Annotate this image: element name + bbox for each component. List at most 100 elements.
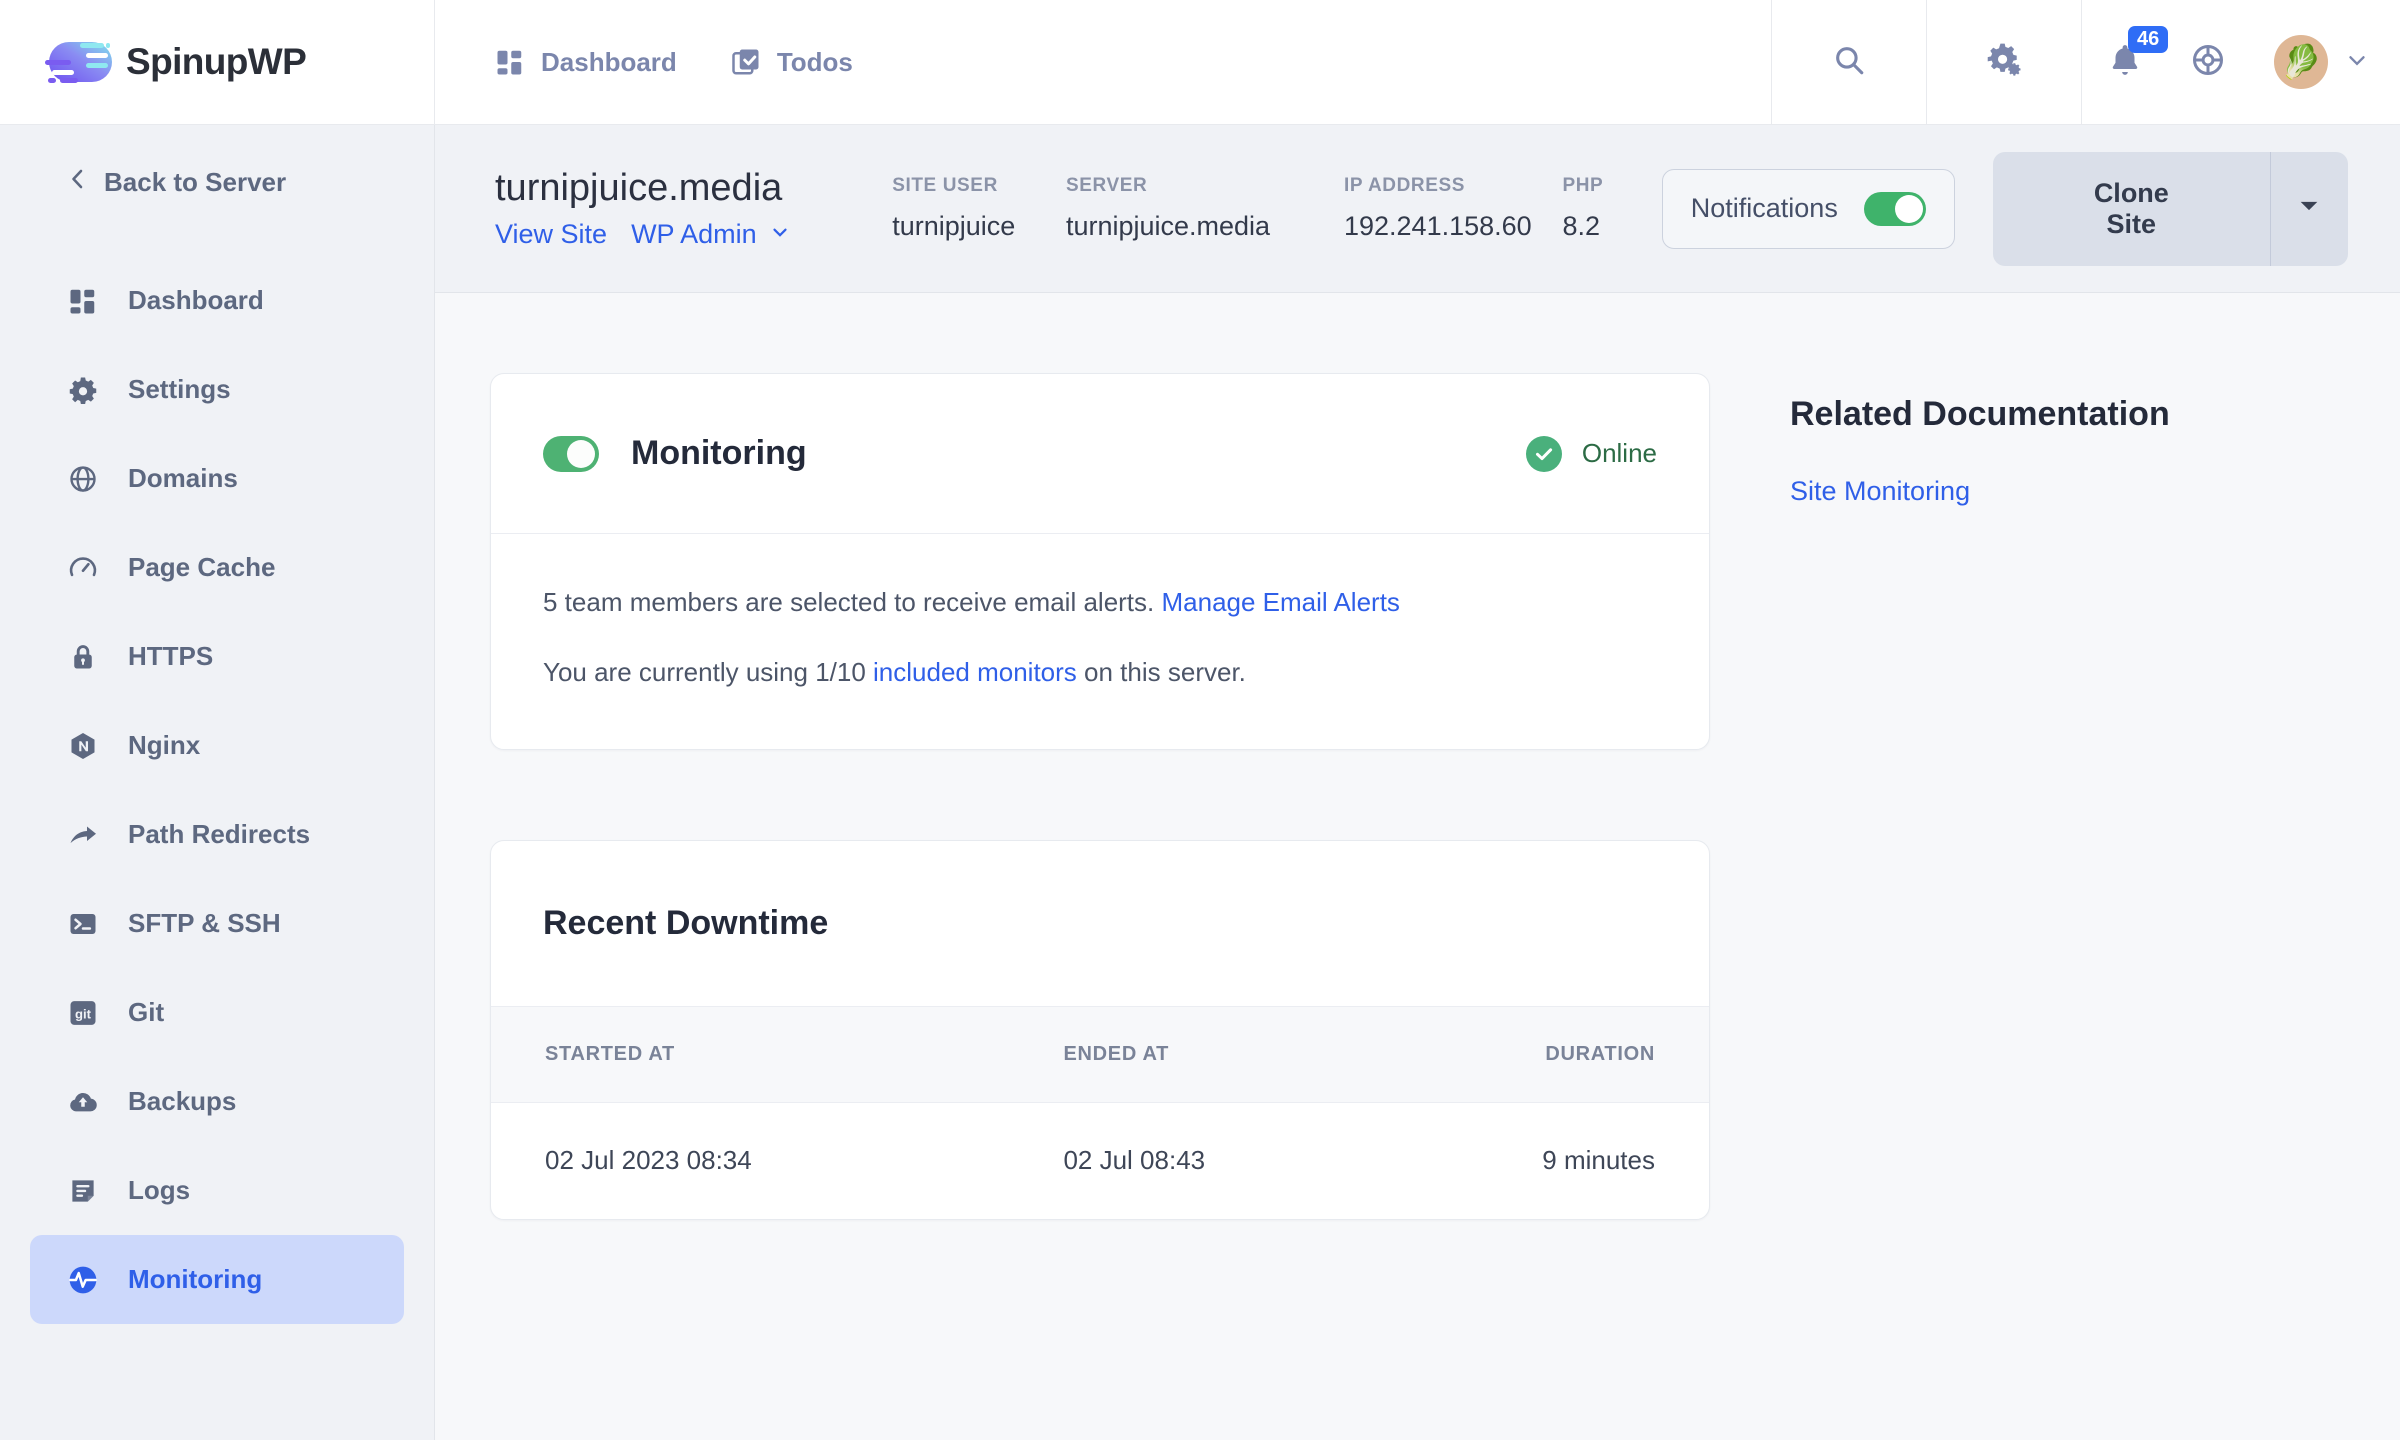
- gears-icon: [1984, 40, 2024, 85]
- git-icon: git: [66, 996, 100, 1030]
- search-button[interactable]: [1772, 0, 1926, 125]
- sidebar-item-git[interactable]: git Git: [30, 968, 404, 1057]
- cell-started-at: 02 Jul 2023 08:34: [545, 1145, 752, 1176]
- meta-value-site-user: turnipjuice: [892, 211, 1016, 241]
- related-documentation-panel: Related Documentation Site Monitoring: [1790, 373, 2350, 1440]
- sidebar-label-dashboard: Dashboard: [128, 285, 264, 315]
- top-bar: SpinupWP Dashboard Todos 46 🥬: [0, 0, 2400, 125]
- clone-site-button[interactable]: Clone Site: [1992, 151, 2270, 266]
- recent-downtime-card: Recent Downtime STARTED AT ENDED AT DURA…: [490, 839, 1710, 1220]
- notifications-toggle-box[interactable]: Notifications: [1661, 168, 1955, 249]
- monitoring-card: Monitoring Online 5 team members are sel…: [490, 373, 1710, 750]
- brand-name: SpinupWP: [126, 41, 307, 82]
- sidebar-label-backups: Backups: [128, 1086, 237, 1116]
- sidebar-item-dashboard[interactable]: Dashboard: [30, 256, 404, 345]
- notifications-button[interactable]: 46: [2082, 0, 2169, 125]
- brand-logo[interactable]: SpinupWP: [0, 0, 435, 125]
- main-content: Monitoring Online 5 team members are sel…: [435, 293, 2400, 1440]
- view-site-link[interactable]: View Site: [495, 219, 607, 250]
- email-alerts-text: 5 team members are selected to receive e…: [543, 587, 1162, 617]
- related-documentation-title: Related Documentation: [1790, 395, 2170, 433]
- meta-label-server: SERVER: [1065, 175, 1148, 196]
- wp-admin-dropdown[interactable]: WP Admin: [631, 219, 791, 250]
- lifebuoy-icon: [2190, 42, 2226, 83]
- sidebar: Back to Server Dashboard Settings Domain…: [0, 125, 435, 1440]
- cell-ended-at: 02 Jul 08:43: [1063, 1145, 1206, 1176]
- monitoring-status-label: Online: [1581, 438, 1657, 468]
- sidebar-item-domains[interactable]: Domains: [30, 434, 404, 523]
- meta-php: PHP 8.2: [1562, 175, 1661, 242]
- email-alerts-line: 5 team members are selected to receive e…: [543, 582, 1657, 622]
- dashboard-grid-icon: [495, 47, 525, 77]
- monitoring-card-body: 5 team members are selected to receive e…: [491, 534, 1709, 749]
- arrow-redirect-icon: [66, 818, 100, 852]
- site-title-block: turnipjuice.media View Site WP Admin: [495, 167, 892, 250]
- column-header-duration: DURATION: [1465, 1006, 1709, 1104]
- topbar-right-icons: 46 🥬: [2082, 0, 2400, 125]
- meta-label-ip-address: IP ADDRESS: [1343, 175, 1466, 196]
- meta-value-ip-address: 192.241.158.60: [1343, 211, 1532, 241]
- topnav-item-dashboard[interactable]: Dashboard: [495, 47, 677, 78]
- meta-value-php: 8.2: [1562, 211, 1600, 241]
- lock-icon: [66, 640, 100, 674]
- notifications-toggle-switch[interactable]: [1863, 191, 1926, 226]
- settings-button[interactable]: [1927, 0, 2081, 125]
- support-button[interactable]: [2168, 0, 2248, 125]
- recent-downtime-table: STARTED AT ENDED AT DURATION 02 Jul 2023…: [491, 1006, 1709, 1219]
- manage-email-alerts-link[interactable]: Manage Email Alerts: [1161, 587, 1399, 617]
- sidebar-label-sftp-ssh: SFTP & SSH: [128, 908, 281, 938]
- topnav-item-todos[interactable]: Todos: [731, 47, 853, 78]
- svg-text:git: git: [75, 1006, 92, 1021]
- sidebar-item-https[interactable]: HTTPS: [30, 612, 404, 701]
- sidebar-item-path-redirects[interactable]: Path Redirects: [30, 790, 404, 879]
- cell-duration: 9 minutes: [1542, 1145, 1655, 1176]
- included-monitors-line: You are currently using 1/10 included mo…: [543, 652, 1657, 692]
- main-left-column: Monitoring Online 5 team members are sel…: [490, 373, 1710, 1440]
- chevron-left-icon: [66, 167, 90, 198]
- avatar[interactable]: 🥬: [2274, 35, 2328, 89]
- sidebar-item-monitoring[interactable]: Monitoring: [30, 1235, 404, 1324]
- sidebar-item-settings[interactable]: Settings: [30, 345, 404, 434]
- meta-label-site-user: SITE USER: [892, 175, 998, 196]
- account-chevron-down-icon[interactable]: [2344, 47, 2370, 78]
- sidebar-item-nginx[interactable]: Nginx: [30, 701, 404, 790]
- monitoring-toggle-switch[interactable]: [543, 435, 599, 472]
- wp-admin-label: WP Admin: [631, 218, 757, 249]
- monitors-usage-text: You are currently using 1/10: [543, 657, 874, 688]
- table-header-row: STARTED AT ENDED AT DURATION: [491, 1006, 1709, 1104]
- sidebar-item-page-cache[interactable]: Page Cache: [30, 523, 404, 612]
- clone-site-dropdown-toggle[interactable]: [2269, 151, 2348, 266]
- sidebar-label-settings: Settings: [128, 374, 231, 404]
- terminal-icon: [66, 907, 100, 941]
- caret-down-icon: [2299, 199, 2319, 218]
- recent-downtime-table-body: 02 Jul 2023 08:34 02 Jul 08:43 9 minutes: [491, 1103, 1709, 1219]
- sidebar-label-logs: Logs: [128, 1175, 191, 1205]
- topnav-label-dashboard: Dashboard: [541, 46, 677, 77]
- monitoring-status-badge: Online: [1525, 435, 1657, 472]
- notifications-count-badge: 46: [2128, 25, 2169, 53]
- sidebar-nav-list: Dashboard Settings Domains Page Cache HT…: [0, 256, 434, 1324]
- site-links: View Site WP Admin: [495, 219, 892, 250]
- chevron-down-icon: [769, 219, 791, 250]
- sidebar-label-nginx: Nginx: [128, 730, 201, 760]
- recent-downtime-table-head: STARTED AT ENDED AT DURATION: [491, 1006, 1709, 1104]
- related-doc-link-site-monitoring[interactable]: Site Monitoring: [1790, 476, 2350, 507]
- clone-site-button-group: Clone Site: [1992, 151, 2348, 266]
- column-header-ended-at: ENDED AT: [1063, 1006, 1466, 1104]
- globe-icon: [66, 462, 100, 496]
- dashboard-grid-icon: [66, 284, 100, 318]
- included-monitors-link[interactable]: included monitors: [873, 657, 1077, 687]
- meta-ip-address: IP ADDRESS 192.241.158.60: [1344, 175, 1562, 242]
- sidebar-item-logs[interactable]: Logs: [30, 1146, 404, 1235]
- meta-label-php: PHP: [1562, 175, 1604, 196]
- back-to-server-link[interactable]: Back to Server: [0, 147, 434, 218]
- sidebar-item-sftp-ssh[interactable]: SFTP & SSH: [30, 879, 404, 968]
- table-row[interactable]: 02 Jul 2023 08:34 02 Jul 08:43 9 minutes: [491, 1103, 1709, 1219]
- checkbox-todos-icon: [731, 47, 761, 77]
- site-header-actions: Notifications Clone Site: [1661, 151, 2348, 266]
- sidebar-label-monitoring: Monitoring: [128, 1264, 263, 1294]
- sidebar-item-backups[interactable]: Backups: [30, 1057, 404, 1146]
- gauge-icon: [66, 551, 100, 585]
- sidebar-label-git: Git: [128, 997, 165, 1027]
- top-navigation: Dashboard Todos: [435, 47, 853, 78]
